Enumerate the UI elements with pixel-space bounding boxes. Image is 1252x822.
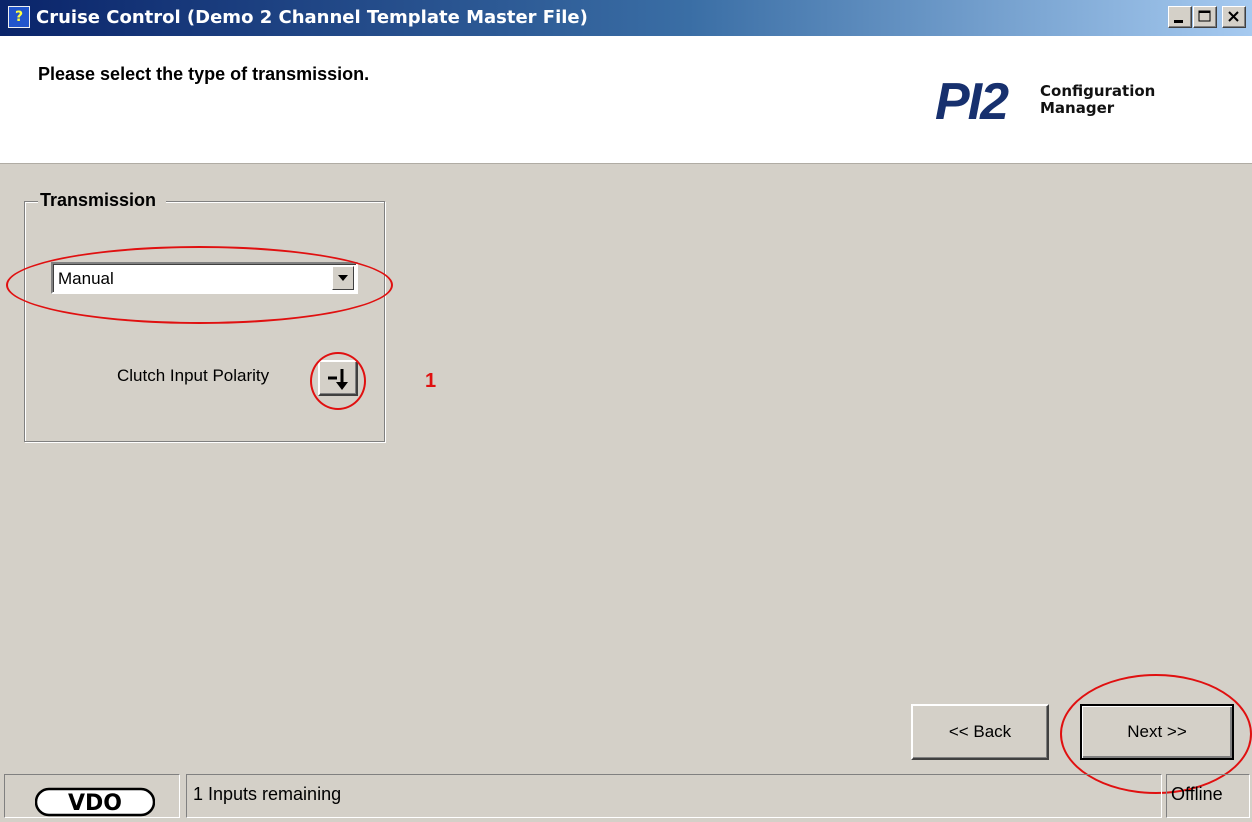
transmission-group-title: Transmission [38,190,167,211]
app-window: ? Cruise Control (Demo 2 Channel Templat… [0,0,1252,822]
next-button[interactable]: Next >> [1080,704,1234,760]
annotation-circle-transmission [6,246,393,324]
logo-caption-line1: Configuration [1040,82,1156,100]
logo-caption: Configuration Manager [1040,83,1155,117]
minimize-icon [1174,20,1183,23]
window-title: Cruise Control (Demo 2 Channel Template … [36,7,588,28]
clutch-polarity-label: Clutch Input Polarity [117,366,270,385]
vdo-logo: VDO [35,787,155,817]
vdo-logo-text: VDO [68,791,122,816]
connection-status: Offline [1171,784,1223,804]
connection-status-cell: Offline [1166,774,1250,818]
maximize-button[interactable] [1193,6,1217,28]
annotation-number: 1 [425,370,437,392]
status-message-cell: 1 Inputs remaining [186,774,1162,818]
status-message: 1 Inputs remaining [193,784,342,804]
close-button[interactable] [1222,6,1246,28]
back-button[interactable]: << Back [911,704,1049,760]
maximize-icon [1198,10,1211,22]
minimize-button[interactable] [1168,6,1192,28]
vdo-logo-cell: VDO [4,774,180,818]
logo-mark: PI2 [935,73,1009,131]
instruction-text: Please select the type of transmission. [38,64,370,84]
logo-caption-line2: Manager [1040,99,1115,117]
pi2-logo: PI2 Configuration Manager [935,72,1195,132]
title-bar[interactable]: ? Cruise Control (Demo 2 Channel Templat… [0,0,1252,36]
annotation-circle-polarity [310,352,366,410]
status-bar: VDO 1 Inputs remaining Offline [0,770,1252,822]
header-panel: Please select the type of transmission. … [0,36,1252,164]
app-icon[interactable]: ? [8,6,30,28]
close-icon [1228,11,1239,22]
